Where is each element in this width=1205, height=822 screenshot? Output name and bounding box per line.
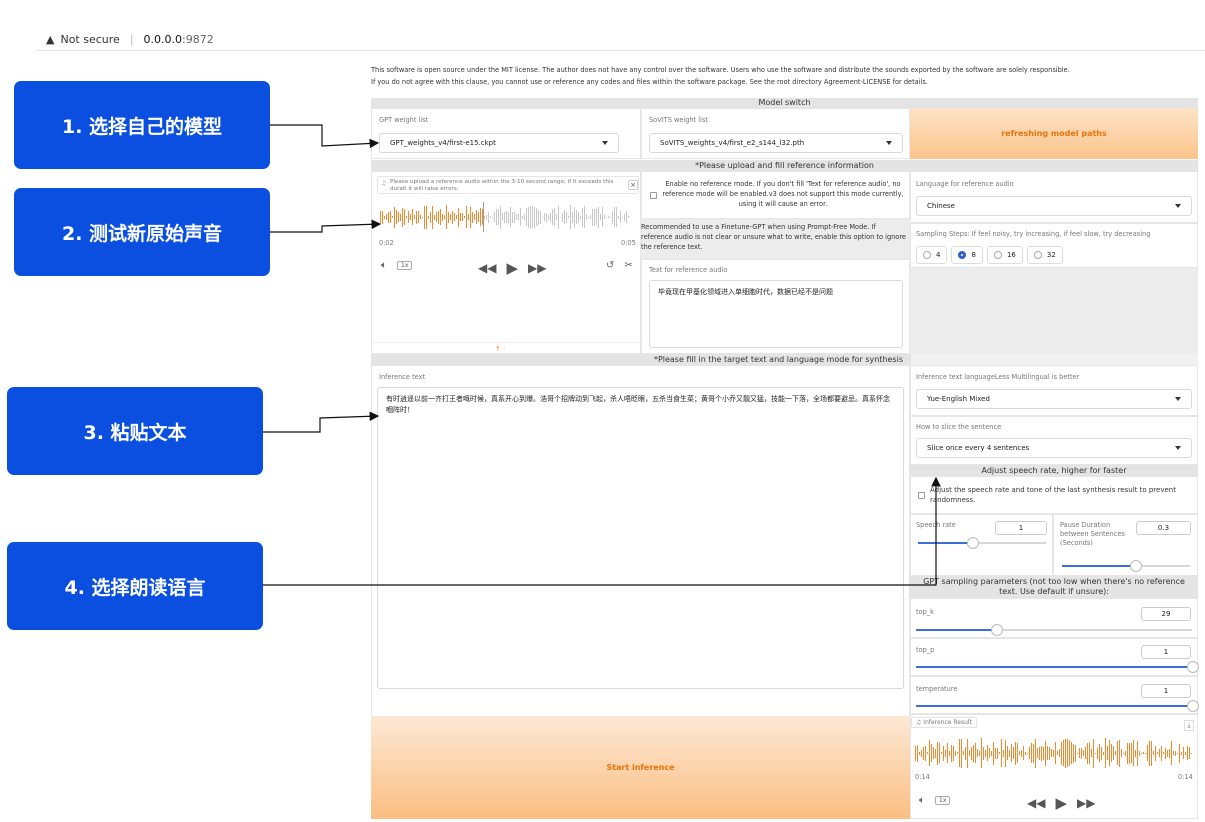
arrow-4 — [263, 476, 941, 586]
arrow-3 — [263, 411, 380, 433]
arrow-1 — [270, 124, 380, 149]
arrow-2 — [270, 219, 382, 233]
callout-arrows — [263, 124, 941, 586]
